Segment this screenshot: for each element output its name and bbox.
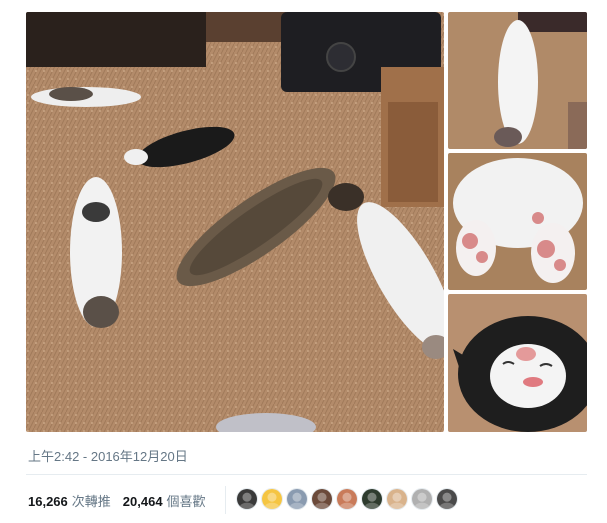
liker-avatars: [236, 488, 461, 512]
stats-divider: [225, 486, 226, 514]
like-count: 20,464: [122, 493, 163, 509]
liker-avatar-2[interactable]: [261, 488, 283, 510]
like-label: 個喜歡: [166, 493, 206, 509]
tweet-media-grid: [26, 12, 587, 432]
tweet-timestamp[interactable]: 上午2:42 - 2016年12月20日: [28, 446, 188, 465]
divider: [26, 474, 587, 475]
liker-avatar-7[interactable]: [386, 488, 408, 510]
white-cat-belly-up-photo[interactable]: [448, 12, 587, 149]
liker-avatar-8[interactable]: [411, 488, 433, 510]
retweet-label: 次轉推: [71, 493, 111, 509]
liker-avatar-6[interactable]: [361, 488, 383, 510]
liker-avatar-3[interactable]: [286, 488, 308, 510]
liker-avatar-4[interactable]: [311, 488, 333, 510]
tweet-stats: 16,266 次轉推 20,464 個喜歡: [28, 488, 206, 512]
liker-avatar-1[interactable]: [236, 488, 258, 510]
black-white-cat-face-photo[interactable]: [448, 294, 587, 432]
retweet-count: 16,266: [28, 493, 68, 509]
like-stat[interactable]: 20,464 個喜歡: [123, 491, 206, 510]
liker-avatar-9[interactable]: [436, 488, 458, 510]
retweet-stat[interactable]: 16,266 次轉推: [28, 491, 111, 510]
cats-sleeping-on-rug-photo[interactable]: [26, 12, 444, 432]
cat-paw-pads-photo[interactable]: [448, 153, 587, 290]
liker-avatar-5[interactable]: [336, 488, 358, 510]
